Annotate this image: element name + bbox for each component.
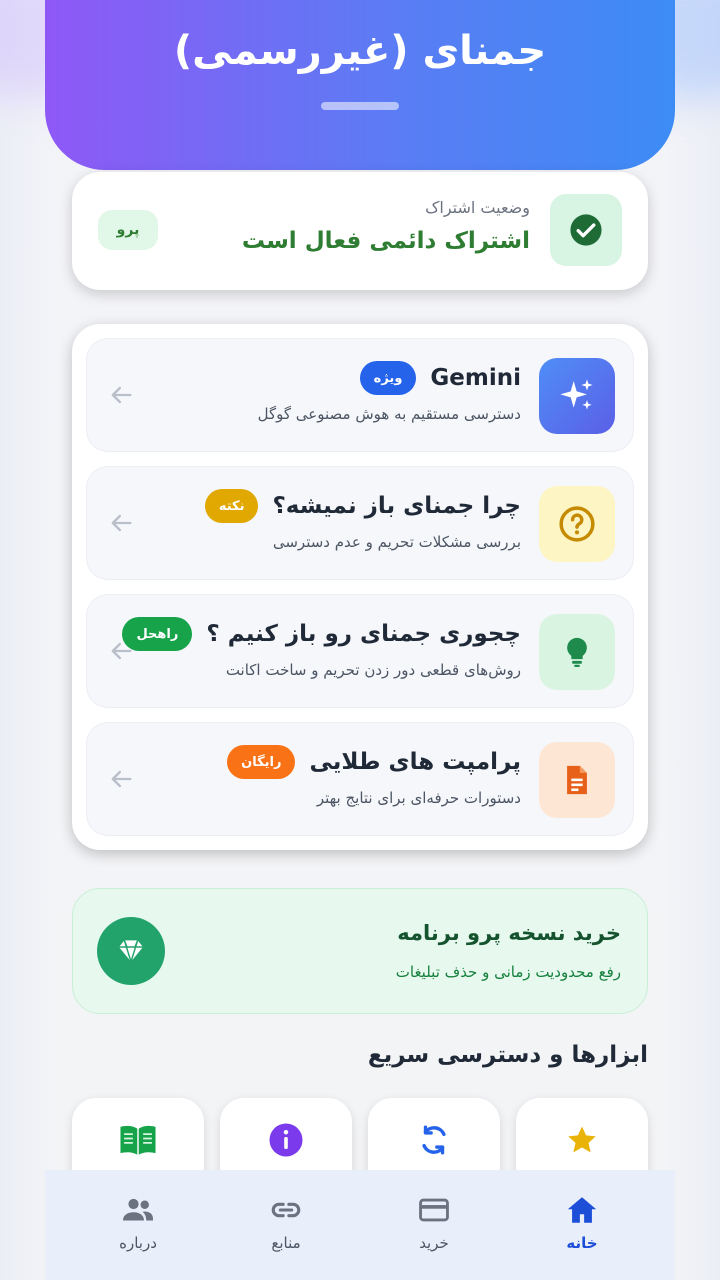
subscription-label: وضعیت اشتراک (425, 198, 530, 217)
feature-badge: ویژه (359, 361, 417, 395)
edge-glow (660, 0, 720, 1280)
arrow-left-icon (111, 386, 132, 404)
feature-subtitle: دستورات حرفه‌ای برای نتایج بهتر (316, 789, 521, 807)
tools-section-title: ابزارها و دسترسی سریع (367, 1042, 648, 1068)
check-circle-icon (550, 194, 622, 266)
home-icon (564, 1192, 600, 1228)
question-circle-icon (539, 486, 615, 562)
arrow-left-icon (111, 642, 132, 660)
feature-subtitle: روش‌های قطعی دور زدن تحریم و ساخت اکانت (225, 661, 521, 679)
feature-subtitle: بررسی مشکلات تحریم و عدم دسترسی (272, 533, 521, 551)
book-icon (118, 1120, 158, 1160)
feature-subtitle: دسترسی مستقیم به هوش مصنوعی گوگل (257, 405, 521, 423)
feature-item-why-not-open[interactable]: چرا جمنای باز نمیشه؟ نکته بررسی مشکلات ت… (86, 466, 634, 580)
app-title: جمنای (غیررسمی) (173, 28, 547, 74)
link-icon (268, 1192, 304, 1228)
edge-glow (0, 0, 60, 1280)
lightbulb-icon (539, 614, 615, 690)
feature-panel: Gemini ویژه دسترسی مستقیم به هوش مصنوعی … (72, 324, 648, 850)
refresh-icon (414, 1120, 454, 1160)
nav-home[interactable]: خانه (507, 1170, 657, 1280)
info-icon (266, 1120, 306, 1160)
feature-item-gemini[interactable]: Gemini ویژه دسترسی مستقیم به هوش مصنوعی … (86, 338, 634, 452)
pro-title: خرید نسخه پرو برنامه (397, 921, 621, 945)
feature-badge: رایگان (227, 745, 296, 779)
bottom-navigation: خانه خرید منابع درباره (45, 1170, 675, 1280)
feature-item-golden-prompts[interactable]: پرامپت های طلایی رایگان دستورات حرفه‌ای … (86, 722, 634, 836)
arrow-left-icon (111, 514, 132, 532)
app-header: جمنای (غیررسمی) (45, 0, 675, 170)
arrow-left-icon (111, 770, 132, 788)
card-icon (416, 1192, 452, 1228)
pro-subtitle: رفع محدودیت زمانی و حذف تبلیغات (395, 963, 621, 981)
nav-label: درباره (119, 1234, 157, 1252)
header-handle (321, 102, 399, 110)
feature-badge: نکته (204, 489, 259, 523)
feature-title: چرا جمنای باز نمیشه؟ (272, 493, 521, 519)
feature-title: پرامپت های طلایی (309, 749, 521, 775)
nav-label: خانه (566, 1234, 598, 1252)
diamond-icon (97, 917, 165, 985)
sparkle-icon (539, 358, 615, 434)
nav-label: خرید (419, 1234, 449, 1252)
feature-item-how-to-open[interactable]: چجوری جمنای رو باز کنیم ؟ راهحل روش‌های … (86, 594, 634, 708)
nav-buy[interactable]: خرید (359, 1170, 509, 1280)
app-screen: جمنای (غیررسمی) وضعیت اشتراک اشتراک دائم… (0, 0, 720, 1280)
nav-resources[interactable]: منابع (211, 1170, 361, 1280)
feature-title: Gemini (430, 365, 521, 391)
document-icon (539, 742, 615, 818)
people-icon (120, 1192, 156, 1228)
star-icon (562, 1120, 602, 1160)
feature-title: چجوری جمنای رو باز کنیم ؟ (206, 621, 521, 647)
nav-label: منابع (271, 1234, 301, 1252)
subscription-status: اشتراک دائمی فعال است (241, 228, 530, 254)
pro-badge: پرو (98, 210, 158, 250)
buy-pro-card[interactable]: خرید نسخه پرو برنامه رفع محدودیت زمانی و… (72, 888, 648, 1014)
nav-about[interactable]: درباره (63, 1170, 213, 1280)
subscription-card: وضعیت اشتراک اشتراک دائمی فعال است پرو (72, 172, 648, 290)
